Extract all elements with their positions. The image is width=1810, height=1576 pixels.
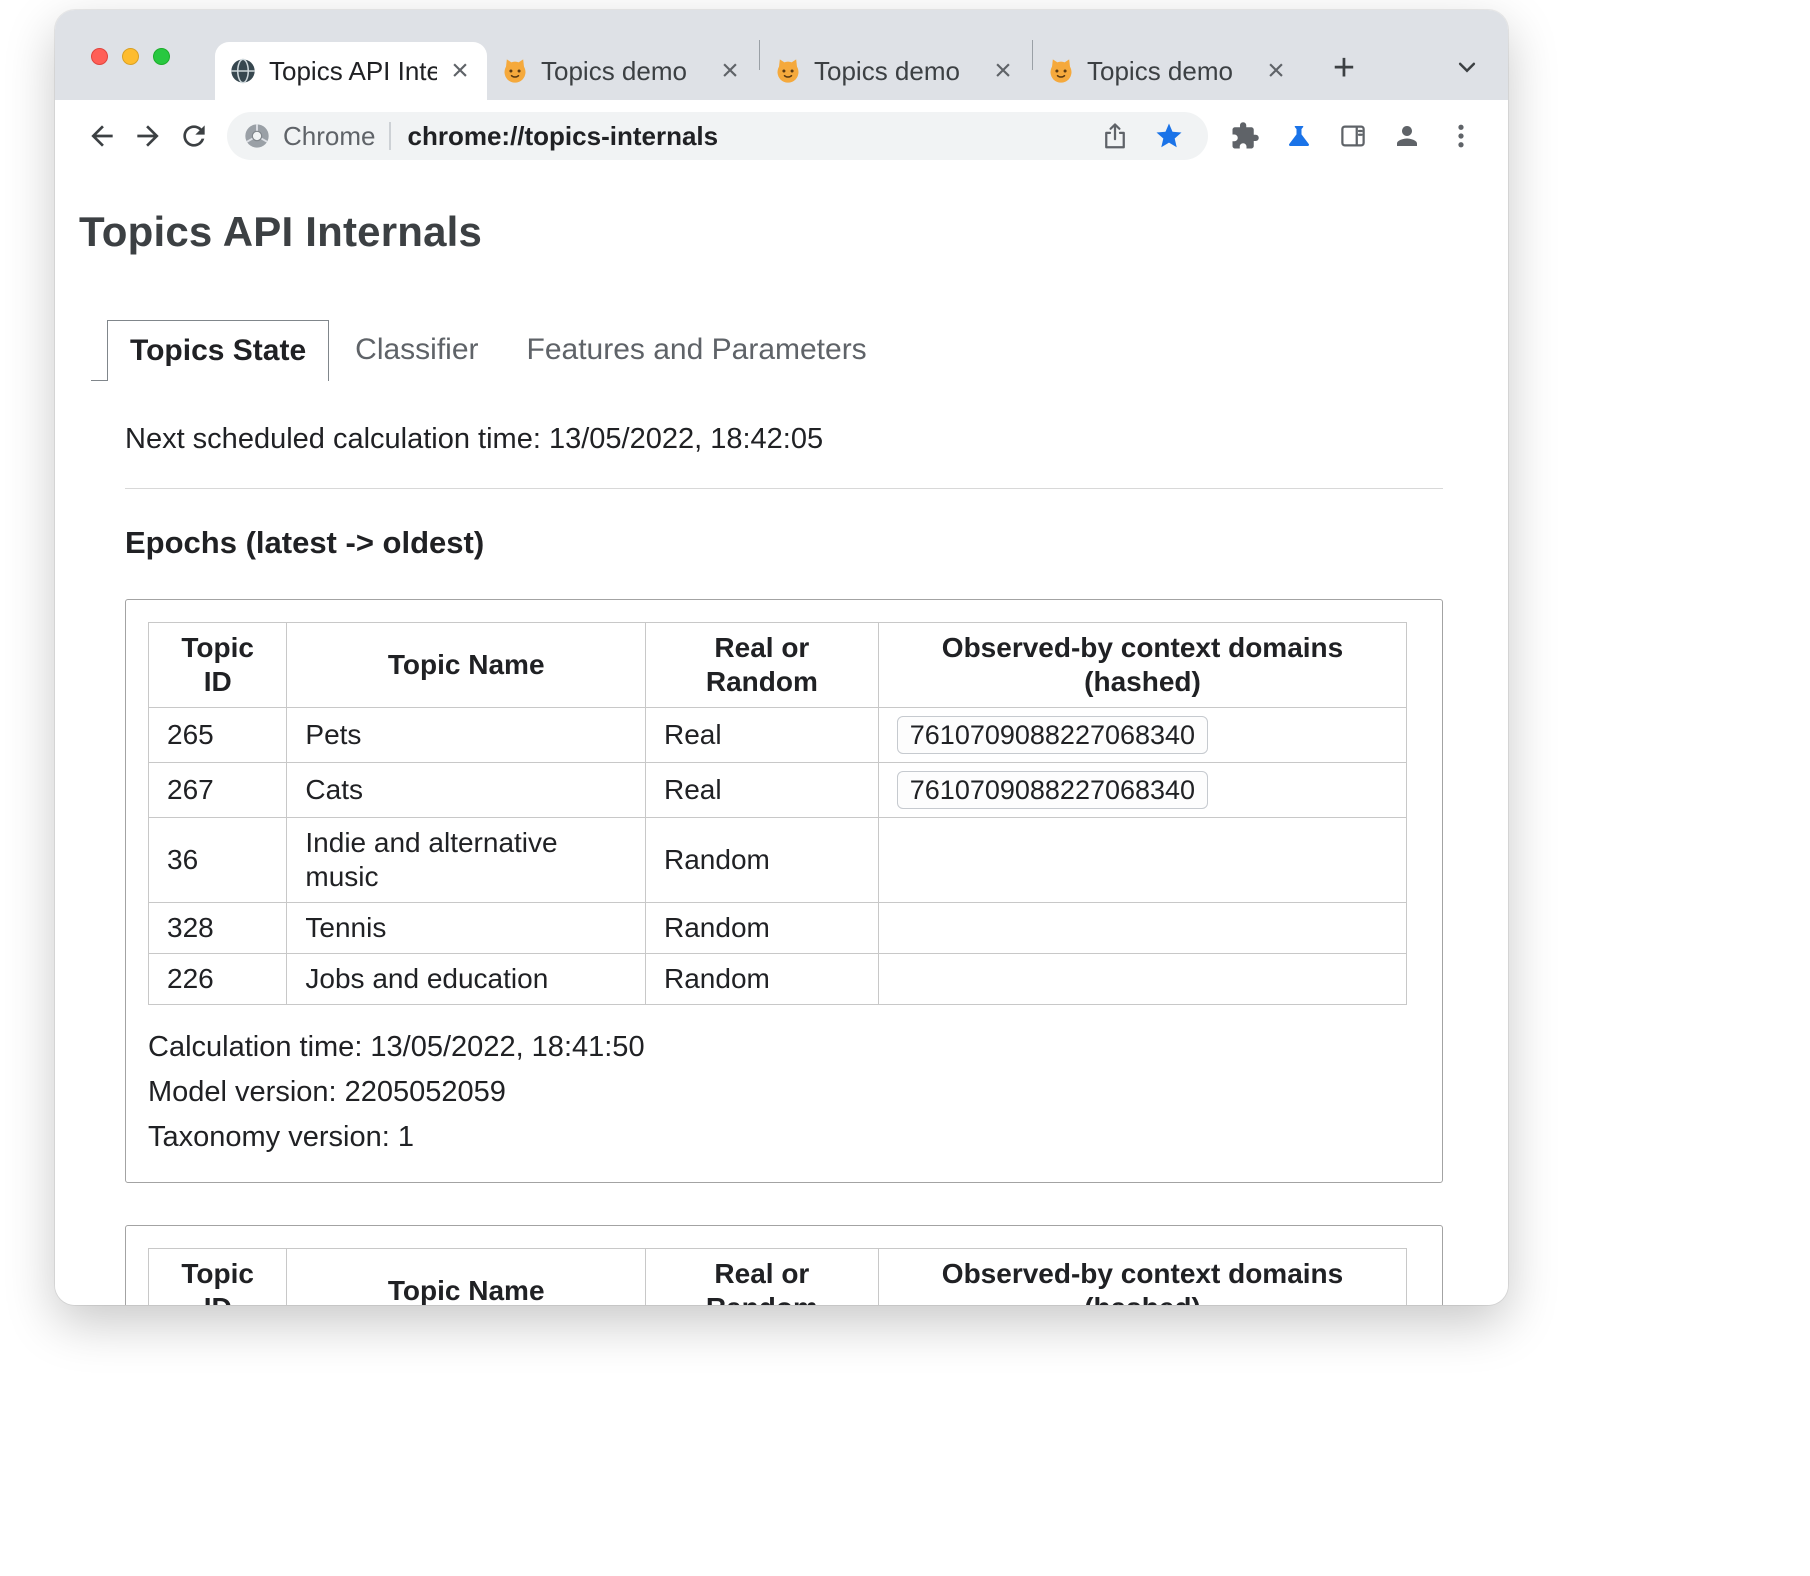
page-title: Topics API Internals	[79, 208, 1486, 256]
topic-name-cell: Cats	[287, 763, 646, 818]
bookmark-star-icon[interactable]	[1146, 113, 1192, 159]
close-window-button[interactable]	[91, 48, 108, 65]
cat-favicon-icon	[774, 57, 802, 85]
domains-cell: 7610709088227068340	[878, 708, 1407, 763]
calculation-time: Calculation time: 13/05/2022, 18:41:50	[148, 1025, 1420, 1070]
epochs-heading: Epochs (latest -> oldest)	[125, 525, 1443, 561]
close-tab-icon[interactable]: ×	[715, 56, 745, 86]
epoch-topics-table: Topic ID Topic Name Real or Random Obser…	[148, 1248, 1407, 1305]
real-or-random-cell: Random	[646, 954, 879, 1005]
topic-id-cell: 226	[149, 954, 287, 1005]
topic-name-cell: Pets	[287, 708, 646, 763]
reload-button[interactable]	[171, 113, 217, 159]
tab-features-and-parameters[interactable]: Features and Parameters	[505, 320, 889, 381]
page-content: Topics API Internals Topics State Classi…	[55, 172, 1508, 1305]
close-tab-icon[interactable]: ×	[988, 56, 1018, 86]
tab-search-chevron-icon[interactable]	[1452, 52, 1482, 87]
forward-button[interactable]	[125, 113, 171, 159]
table-row: 36 Indie and alternative music Random	[149, 818, 1407, 903]
page-tab-bar: Topics State Classifier Features and Par…	[91, 320, 1486, 381]
tab-title: Topics API Intern	[269, 56, 437, 87]
address-bar[interactable]: Chrome chrome://topics-internals	[227, 112, 1208, 160]
real-or-random-cell: Real	[646, 763, 879, 818]
domains-cell	[878, 818, 1407, 903]
table-row: 328 Tennis Random	[149, 903, 1407, 954]
profile-avatar-icon[interactable]	[1384, 113, 1430, 159]
col-header-topic-id: Topic ID	[149, 1249, 287, 1306]
epoch-topics-table: Topic ID Topic Name Real or Random Obser…	[148, 622, 1407, 1005]
next-calculation-time: Next scheduled calculation time: 13/05/2…	[125, 423, 1443, 456]
epoch-card-2: Topic ID Topic Name Real or Random Obser…	[125, 1225, 1443, 1305]
tab-topics-state[interactable]: Topics State	[107, 320, 329, 381]
browser-tab-topics-demo-2[interactable]: Topics demo ×	[760, 42, 1032, 100]
real-or-random-cell: Random	[646, 818, 879, 903]
browser-window: Topics API Intern × Topics demo × Topics…	[55, 10, 1508, 1305]
table-row: 226 Jobs and education Random	[149, 954, 1407, 1005]
browser-tabs: Topics API Intern × Topics demo × Topics…	[215, 10, 1305, 100]
table-row: 267 Cats Real 7610709088227068340	[149, 763, 1407, 818]
back-button[interactable]	[79, 113, 125, 159]
labs-flask-icon[interactable]	[1276, 113, 1322, 159]
taxonomy-version: Taxonomy version: 1	[148, 1115, 1420, 1160]
browser-tab-strip: Topics API Intern × Topics demo × Topics…	[55, 10, 1508, 100]
cat-favicon-icon	[1047, 57, 1075, 85]
topic-name-cell: Tennis	[287, 903, 646, 954]
col-header-topic-id: Topic ID	[149, 623, 287, 708]
topic-id-cell: 267	[149, 763, 287, 818]
real-or-random-cell: Real	[646, 708, 879, 763]
zoom-window-button[interactable]	[153, 48, 170, 65]
col-header-observed-domains: Observed-by context domains (hashed)	[878, 623, 1407, 708]
topic-id-cell: 265	[149, 708, 287, 763]
share-icon[interactable]	[1092, 113, 1138, 159]
col-header-real-or-random: Real or Random	[646, 623, 879, 708]
epoch-metadata: Calculation time: 13/05/2022, 18:41:50 M…	[148, 1025, 1420, 1160]
close-tab-icon[interactable]: ×	[1261, 56, 1291, 86]
table-header-row: Topic ID Topic Name Real or Random Obser…	[149, 1249, 1407, 1306]
tab-bar-edge-line	[91, 320, 107, 381]
browser-toolbar: Chrome chrome://topics-internals	[55, 100, 1508, 172]
topic-name-cell: Jobs and education	[287, 954, 646, 1005]
domains-cell	[878, 954, 1407, 1005]
col-header-topic-name: Topic Name	[287, 623, 646, 708]
extensions-puzzle-icon[interactable]	[1222, 113, 1268, 159]
real-or-random-cell: Random	[646, 903, 879, 954]
url-text[interactable]: chrome://topics-internals	[407, 121, 718, 152]
browser-tab-topics-demo-3[interactable]: Topics demo ×	[1033, 42, 1305, 100]
col-header-real-or-random: Real or Random	[646, 1249, 879, 1306]
divider	[125, 488, 1443, 489]
domains-cell: 7610709088227068340	[878, 763, 1407, 818]
chrome-logo-icon	[243, 122, 271, 150]
epoch-card-1: Topic ID Topic Name Real or Random Obser…	[125, 599, 1443, 1183]
browser-tab-topics-demo-1[interactable]: Topics demo ×	[487, 42, 759, 100]
side-panel-icon[interactable]	[1330, 113, 1376, 159]
minimize-window-button[interactable]	[122, 48, 139, 65]
search-engine-label: Chrome	[283, 121, 375, 152]
tab-title: Topics demo	[1087, 56, 1251, 87]
menu-dots-icon[interactable]	[1438, 113, 1484, 159]
table-row: 265 Pets Real 7610709088227068340	[149, 708, 1407, 763]
domains-cell	[878, 903, 1407, 954]
toolbar-action-icons	[1222, 113, 1484, 159]
tab-classifier[interactable]: Classifier	[333, 320, 500, 381]
new-tab-button[interactable]: +	[1321, 45, 1367, 91]
tab-title: Topics demo	[541, 56, 705, 87]
topics-internals-favicon-icon	[229, 57, 257, 85]
model-version: Model version: 2205052059	[148, 1070, 1420, 1115]
col-header-topic-name: Topic Name	[287, 1249, 646, 1306]
topic-id-cell: 36	[149, 818, 287, 903]
omnibox-separator	[389, 122, 391, 150]
hashed-domain-chip: 7610709088227068340	[897, 771, 1208, 809]
topic-name-cell: Indie and alternative music	[287, 818, 646, 903]
col-header-observed-domains: Observed-by context domains (hashed)	[878, 1249, 1407, 1306]
window-controls	[91, 48, 170, 65]
topics-state-panel: Next scheduled calculation time: 13/05/2…	[125, 423, 1443, 1305]
tab-title: Topics demo	[814, 56, 978, 87]
table-header-row: Topic ID Topic Name Real or Random Obser…	[149, 623, 1407, 708]
topic-id-cell: 328	[149, 903, 287, 954]
cat-favicon-icon	[501, 57, 529, 85]
close-tab-icon[interactable]: ×	[447, 56, 473, 86]
hashed-domain-chip: 7610709088227068340	[897, 716, 1208, 754]
browser-tab-topics-internals[interactable]: Topics API Intern ×	[215, 42, 487, 100]
